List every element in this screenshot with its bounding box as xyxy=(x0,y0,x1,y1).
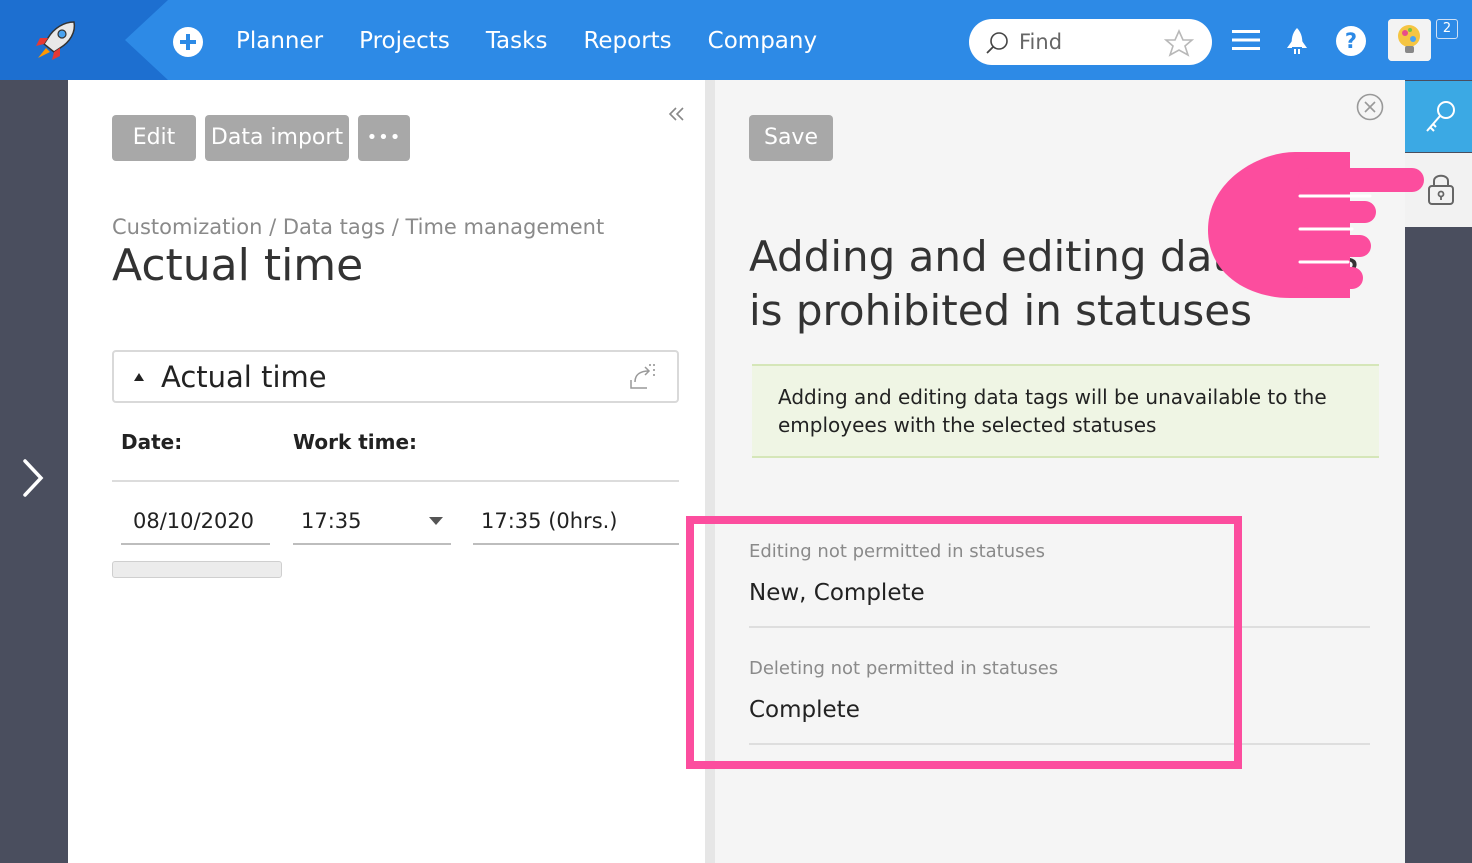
save-button[interactable]: Save xyxy=(749,115,833,161)
rocket-logo-icon[interactable] xyxy=(34,18,82,62)
edit-button[interactable]: Edit xyxy=(112,115,196,161)
horizontal-scrollbar[interactable] xyxy=(112,561,282,578)
double-chevron-left-icon[interactable] xyxy=(668,106,686,122)
nav-reports[interactable]: Reports xyxy=(583,24,671,58)
chevron-down-icon[interactable] xyxy=(429,517,443,525)
main-nav: Planner Projects Tasks Reports Company xyxy=(236,24,817,58)
export-icon[interactable] xyxy=(627,362,659,392)
logo-area[interactable] xyxy=(0,0,168,80)
lock-icon xyxy=(1428,174,1454,205)
rocket-icon[interactable] xyxy=(1284,26,1310,56)
work-time-column-header: Work time: xyxy=(293,430,418,454)
nav-tasks[interactable]: Tasks xyxy=(486,24,548,58)
add-button[interactable] xyxy=(173,27,203,57)
header-divider xyxy=(112,480,679,482)
nav-planner[interactable]: Planner xyxy=(236,24,323,58)
avatar[interactable] xyxy=(1388,19,1431,61)
search-icon xyxy=(986,32,1008,54)
key-icon xyxy=(1426,101,1455,132)
top-bar: Planner Projects Tasks Reports Company ? xyxy=(0,0,1472,80)
star-icon[interactable] xyxy=(1164,29,1194,57)
highlight-frame xyxy=(686,516,1242,769)
help-icon[interactable]: ? xyxy=(1336,26,1366,56)
data-import-button[interactable]: Data import xyxy=(205,115,349,161)
date-column-header: Date: xyxy=(121,430,183,454)
breadcrumb[interactable]: Customization / Data tags / Time managem… xyxy=(112,215,604,239)
search-input[interactable] xyxy=(1019,27,1159,57)
nav-projects[interactable]: Projects xyxy=(359,24,450,58)
hamburger-menu-icon[interactable] xyxy=(1232,28,1260,52)
data-tag-panel: Edit Data import ••• Customization / Dat… xyxy=(68,80,705,863)
date-field[interactable]: 08/10/2020 xyxy=(121,505,270,545)
nav-company[interactable]: Company xyxy=(708,24,817,58)
info-message: Adding and editing data tags will be una… xyxy=(752,364,1379,458)
page-title: Actual time xyxy=(112,240,364,291)
pointing-hand-icon xyxy=(1208,152,1424,298)
time-select[interactable]: 17:35 xyxy=(293,505,451,545)
more-button[interactable]: ••• xyxy=(358,115,410,161)
chevron-right-icon[interactable] xyxy=(20,458,46,498)
tag-group-title: Actual time xyxy=(161,360,327,394)
notification-badge[interactable]: 2 xyxy=(1436,19,1458,39)
duration-field[interactable]: 17:35 (0hrs.) xyxy=(473,505,679,545)
close-circle-icon[interactable] xyxy=(1355,92,1385,122)
avatar-image xyxy=(1388,19,1431,61)
tag-group-header[interactable]: Actual time xyxy=(112,350,679,403)
collapse-caret-icon[interactable] xyxy=(134,373,144,381)
